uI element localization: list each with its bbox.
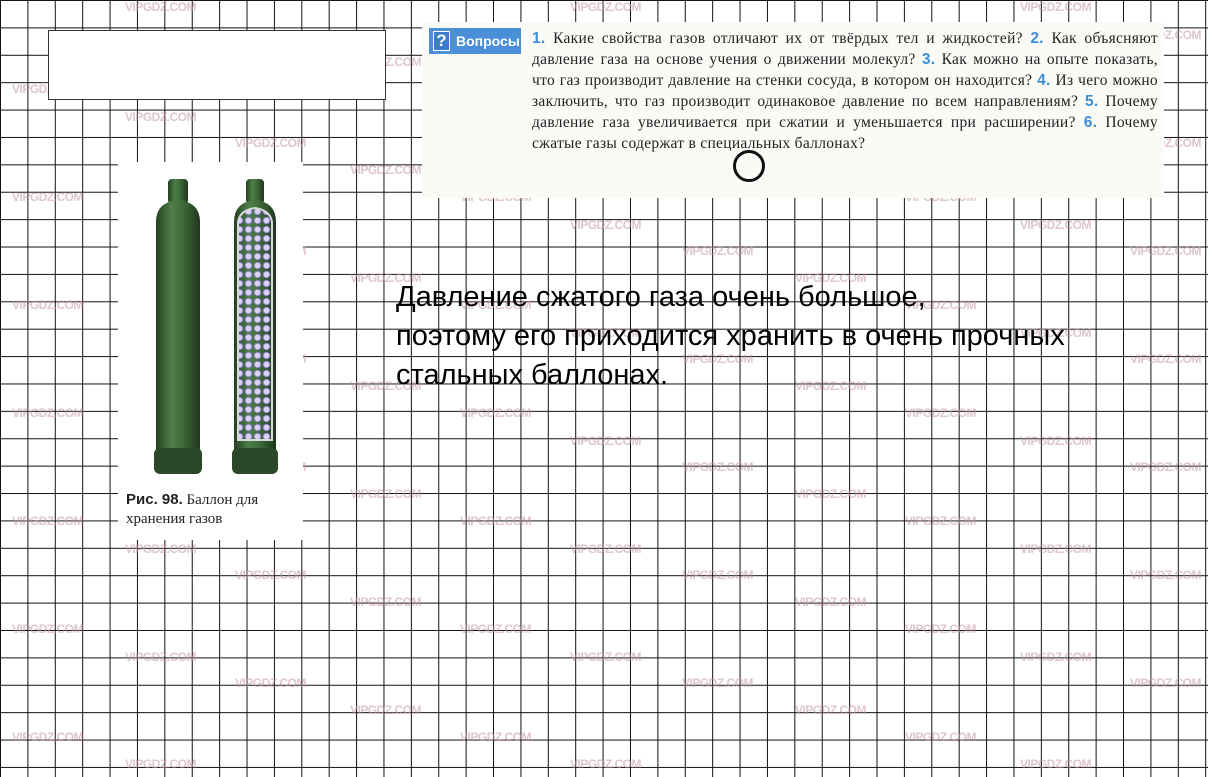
watermark-text: VIPGDZ.COM xyxy=(682,676,754,690)
watermark-text: VIPGDZ.COM xyxy=(12,190,84,204)
watermark-text: VIPGDZ.COM xyxy=(125,650,197,664)
watermark-text: VIPGDZ.COM xyxy=(235,676,307,690)
watermark-text: VIPGDZ.COM xyxy=(795,487,867,501)
watermark-text: VIPGDZ.COM xyxy=(1020,0,1092,14)
watermark-text: VIPGDZ.COM xyxy=(682,244,754,258)
watermark-text: VIPGDZ.COM xyxy=(350,487,422,501)
cylinders-illustration xyxy=(154,179,278,474)
watermark-text: VIPGDZ.COM xyxy=(570,434,642,448)
watermark-text: VIPGDZ.COM xyxy=(125,542,197,556)
watermark-text: VIPGDZ.COM xyxy=(795,595,867,609)
figure-gas-cylinders: Рис. 98. Баллон для хранения газов xyxy=(118,162,303,540)
figure-caption-label: Рис. 98. xyxy=(126,491,183,508)
answer-input-box[interactable] xyxy=(48,30,386,100)
watermark-text: VIPGDZ.COM xyxy=(570,0,642,14)
watermark-text: VIPGDZ.COM xyxy=(905,730,977,744)
watermark-text: VIPGDZ.COM xyxy=(12,406,84,420)
watermark-text: VIPGDZ.COM xyxy=(460,622,532,636)
handwritten-circle-mark xyxy=(733,150,765,182)
answer-line: поэтому его приходится хранить в очень п… xyxy=(396,320,1065,352)
question-number: 3. xyxy=(921,51,936,68)
watermark-text: VIPGDZ.COM xyxy=(12,730,84,744)
answer-line: Давление сжатого газа очень большое, xyxy=(396,281,926,313)
watermark-text: VIPGDZ.COM xyxy=(235,568,307,582)
cutaway-cylinder xyxy=(232,179,278,474)
watermark-text: VIPGDZ.COM xyxy=(1020,542,1092,556)
questions-badge-label: Вопросы xyxy=(456,33,520,49)
watermark-text: VIPGDZ.COM xyxy=(795,703,867,717)
question-mark-icon: ? xyxy=(433,31,450,51)
watermark-text: VIPGDZ.COM xyxy=(350,163,422,177)
questions-panel: ? Вопросы 1. Какие свойства газов отлича… xyxy=(422,22,1164,198)
watermark-text: VIPGDZ.COM xyxy=(350,595,422,609)
watermark-text: VIPGDZ.COM xyxy=(682,460,754,474)
watermark-text: VIPGDZ.COM xyxy=(1020,757,1092,771)
watermark-text: VIPGDZ.COM xyxy=(460,730,532,744)
questions-badge: ? Вопросы xyxy=(429,28,521,54)
watermark-text: VIPGDZ.COM xyxy=(125,110,197,124)
watermark-text: VIPGDZ.COM xyxy=(1130,676,1202,690)
question-number: 4. xyxy=(1037,72,1051,89)
watermark-text: VIPGDZ.COM xyxy=(1020,650,1092,664)
watermark-text: VIPGDZ.COM xyxy=(460,406,532,420)
question-number: 1. xyxy=(532,30,546,47)
questions-text: 1. Какие свойства газов отличают их от т… xyxy=(532,28,1158,154)
watermark-text: VIPGDZ.COM xyxy=(682,568,754,582)
watermark-text: VIPGDZ.COM xyxy=(905,514,977,528)
watermark-text: VIPGDZ.COM xyxy=(570,650,642,664)
watermark-text: VIPGDZ.COM xyxy=(1130,460,1202,474)
answer-line: стальных баллонах. xyxy=(396,359,669,391)
watermark-text: VIPGDZ.COM xyxy=(12,622,84,636)
watermark-text: VIPGDZ.COM xyxy=(1020,434,1092,448)
watermark-text: VIPGDZ.COM xyxy=(905,406,977,420)
question-number: 2. xyxy=(1030,30,1044,47)
watermark-text: VIPGDZ.COM xyxy=(1130,568,1202,582)
watermark-text: VIPGDZ.COM xyxy=(125,0,197,14)
watermark-text: VIPGDZ.COM xyxy=(350,703,422,717)
figure-caption: Рис. 98. Баллон для хранения газов xyxy=(126,490,306,529)
watermark-text: VIPGDZ.COM xyxy=(460,514,532,528)
question-number: 5. xyxy=(1085,93,1099,110)
closed-cylinder xyxy=(154,179,202,474)
question-text: Какие свойства газов отличают их от твёр… xyxy=(553,30,1023,47)
watermark-text: VIPGDZ.COM xyxy=(235,136,307,150)
question-number: 6. xyxy=(1083,114,1098,131)
watermark-text: VIPGDZ.COM xyxy=(570,542,642,556)
watermark-text: VIPGDZ.COM xyxy=(12,514,84,528)
watermark-text: VIPGDZ.COM xyxy=(125,757,197,771)
watermark-text: VIPGDZ.COM xyxy=(1130,244,1202,258)
watermark-text: VIPGDZ.COM xyxy=(12,298,84,312)
answer-text: Давление сжатого газа очень большое, поэ… xyxy=(396,278,1196,395)
watermark-text: VIPGDZ.COM xyxy=(1020,218,1092,232)
watermark-text: VIPGDZ.COM xyxy=(570,218,642,232)
watermark-text: VIPGDZ.COM xyxy=(905,622,977,636)
watermark-text: VIPGDZ.COM xyxy=(570,757,642,771)
